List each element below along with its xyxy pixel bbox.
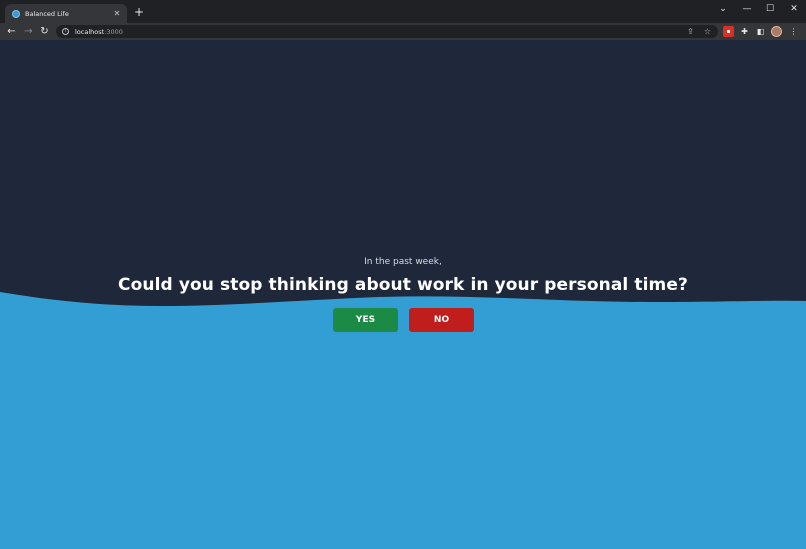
address-bar[interactable]: i localhost:3000 ⇪ ☆ [56,25,718,38]
minimize-button[interactable]: — [740,3,754,15]
forward-button[interactable]: → [22,25,35,38]
extension-red-icon[interactable]: ▪ [723,26,734,37]
tab-balanced-life[interactable]: Balanced Life ✕ [5,4,127,23]
tab-title: Balanced Life [25,9,69,18]
site-info-icon[interactable]: i [62,28,69,35]
reload-button[interactable]: ↻ [38,25,51,38]
star-icon[interactable]: ☆ [701,25,714,38]
no-button[interactable]: NO [409,308,474,332]
new-tab-button[interactable]: + [133,6,145,18]
close-window-button[interactable]: ✕ [787,3,801,15]
menu-icon[interactable]: ⋮ [788,26,799,37]
avatar[interactable] [771,26,782,37]
yes-button[interactable]: YES [333,308,398,332]
puzzle-icon[interactable]: ✚ [739,26,750,37]
tab-strip: Balanced Life ✕ + ⌄ — ☐ ✕ [0,0,806,23]
side-panel-icon[interactable]: ◧ [755,26,766,37]
maximize-button[interactable]: ☐ [763,3,777,15]
question-text: Could you stop thinking about work in yo… [118,275,688,295]
question-prefix: In the past week, [364,257,442,267]
url-host: localhost [75,27,105,36]
close-tab-icon[interactable]: ✕ [112,9,122,18]
app-page: In the past week, Could you stop thinkin… [0,40,806,549]
browser-toolbar: ← → ↻ i localhost:3000 ⇪ ☆ ▪ ✚ ◧ ⋮ [0,23,806,40]
tab-search-icon[interactable]: ⌄ [716,3,730,15]
back-button[interactable]: ← [5,25,18,38]
url-port: :3000 [104,27,123,36]
share-icon[interactable]: ⇪ [684,25,697,38]
favicon-icon [12,9,20,18]
